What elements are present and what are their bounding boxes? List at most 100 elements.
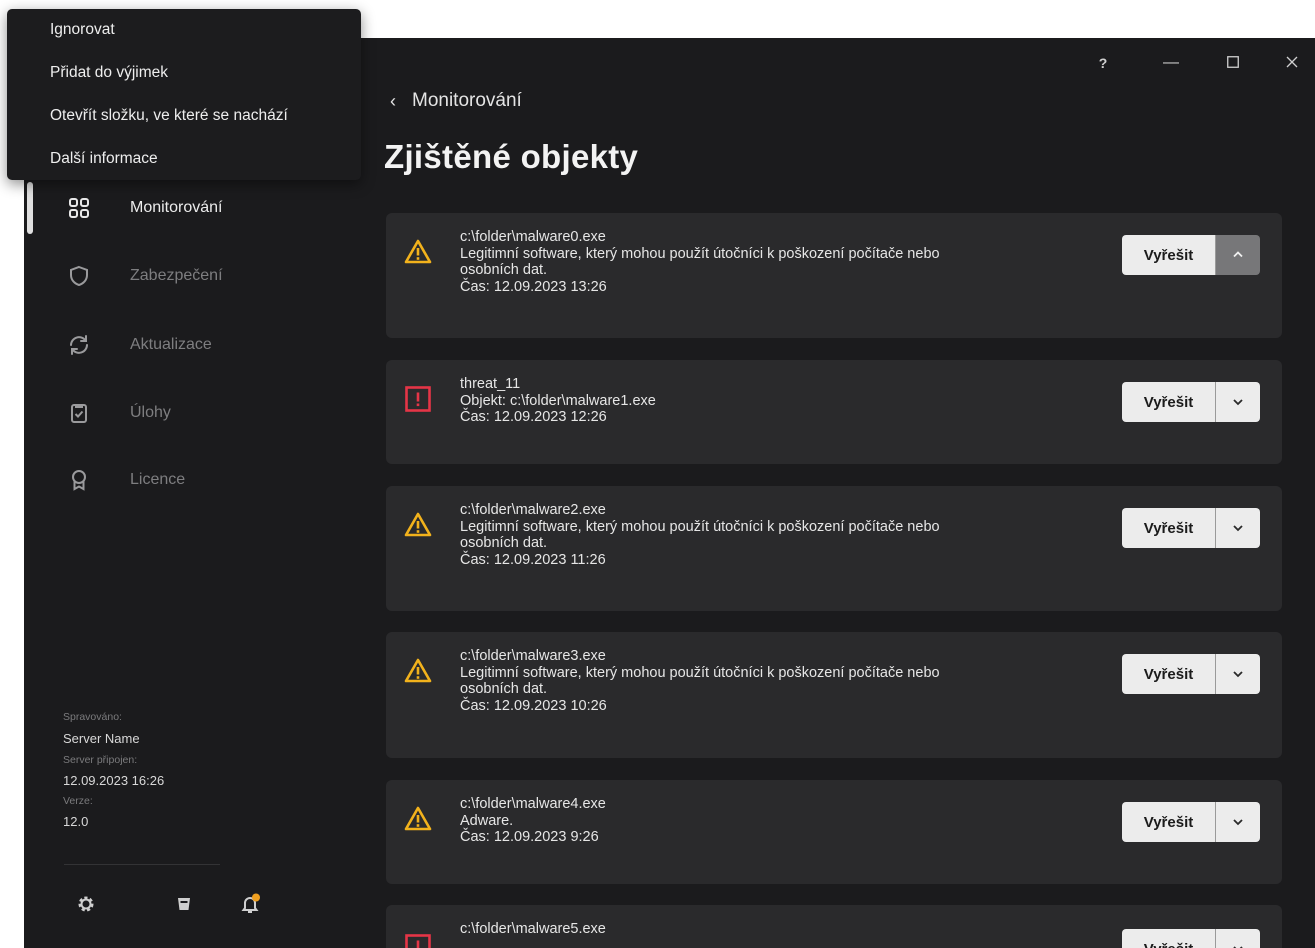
sidebar-item-licence[interactable]: Licence xyxy=(64,463,185,497)
detection-text: c:\folder\malware5.exe xyxy=(460,921,1100,938)
detection-time: Čas: 12.09.2023 12:26 xyxy=(460,409,607,425)
detection-text: c:\folder\malware2.exe Legitimní software… xyxy=(460,502,1100,568)
detection-description: Legitimní software, který mohou použít ú… xyxy=(460,518,940,535)
resolve-split-button: Vyřešit xyxy=(1122,235,1260,275)
menu-item-dalsi-informace[interactable]: Další informace xyxy=(50,150,158,168)
detection-description: Objekt: c:\folder\malware1.exe xyxy=(460,392,656,409)
resolve-button[interactable]: Vyřešit xyxy=(1122,508,1215,548)
connected-value: 12.09.2023 16:26 xyxy=(63,773,165,788)
maximize-icon xyxy=(1227,56,1239,68)
warning-icon xyxy=(404,511,432,539)
detection-description-cont: osobních dat. xyxy=(460,262,548,278)
detection-card: c:\folder\malware0.exe Legitimní software… xyxy=(386,213,1282,338)
detection-time: Čas: 12.09.2023 11:26 xyxy=(460,551,606,568)
alert-icon xyxy=(404,385,432,413)
back-link[interactable]: ‹ Monitorování xyxy=(390,88,522,114)
resolve-menu-toggle[interactable] xyxy=(1216,235,1260,275)
menu-item-otevrit-slozku[interactable]: Otevřít složku, ve které se nachází xyxy=(50,107,288,125)
close-button[interactable] xyxy=(1277,52,1307,74)
detection-description-cont: osobních dat. xyxy=(460,535,548,551)
sidebar-item-label: Úlohy xyxy=(130,404,171,421)
detection-card: threat_11 Objekt: c:\folder\malware1.exe Č… xyxy=(386,360,1282,464)
resolve-menu-toggle[interactable] xyxy=(1216,802,1260,842)
detection-text: threat_11 Objekt: c:\folder\malware1.exe Č… xyxy=(460,376,1100,426)
resolve-split-button: Vyřešit xyxy=(1122,508,1260,548)
settings-button[interactable] xyxy=(74,892,98,916)
shield-icon xyxy=(64,261,94,291)
minimize-button[interactable]: — xyxy=(1156,52,1186,74)
resolve-menu-toggle[interactable] xyxy=(1216,382,1260,422)
back-label: Monitorování xyxy=(412,90,522,111)
resolve-menu-toggle[interactable] xyxy=(1216,654,1260,694)
active-indicator xyxy=(27,182,33,234)
detection-text: c:\folder\malware0.exe Legitimní software… xyxy=(460,229,1100,295)
warning-icon xyxy=(404,805,432,833)
dashboard-icon xyxy=(64,193,94,223)
resolve-split-button: Vyřešit xyxy=(1122,802,1260,842)
sidebar-divider xyxy=(64,864,220,865)
alert-icon xyxy=(404,933,432,948)
sidebar-item-label: Zabezpečení xyxy=(130,267,223,284)
version-value: 12.0 xyxy=(63,814,89,829)
maximize-button[interactable] xyxy=(1218,52,1248,74)
detection-description: Legitimní software, který mohou použít ú… xyxy=(460,245,940,262)
detection-description-cont: osobních dat. xyxy=(460,681,548,697)
detection-text: c:\folder\malware3.exe Legitimní software… xyxy=(460,648,1100,714)
sidebar-item-label: Licence xyxy=(130,471,186,488)
chevron-down-icon xyxy=(1233,819,1243,826)
resolve-button[interactable]: Vyřešit xyxy=(1122,654,1215,694)
chevron-down-icon xyxy=(1233,525,1243,532)
version-label: Verze: xyxy=(63,795,93,807)
detection-title: c:\folder\malware2.exe xyxy=(460,502,606,518)
sidebar-item-ulohy[interactable]: Úlohy xyxy=(64,396,171,430)
menu-item-pridat-do-vyjimek[interactable]: Přidat do výjimek xyxy=(50,64,168,82)
detection-title: c:\folder\malware0.exe xyxy=(460,229,606,245)
detection-description: Legitimní software, který mohou použít ú… xyxy=(460,664,940,681)
managed-value: Server Name xyxy=(63,731,140,746)
detection-text: c:\folder\malware4.exe Adware. Čas: 12.09.… xyxy=(460,796,1100,846)
chevron-down-icon xyxy=(1233,671,1243,678)
resolve-button[interactable]: Vyřešit xyxy=(1122,929,1215,948)
context-menu: Ignorovat Přidat do výjimek Otevřít slož… xyxy=(7,9,361,180)
refresh-icon xyxy=(64,330,94,360)
detection-time: Čas: 12.09.2023 10:26 xyxy=(460,697,607,714)
detection-card: c:\folder\malware2.exe Legitimní software… xyxy=(386,486,1282,611)
notification-bell-icon xyxy=(241,893,260,913)
resolve-split-button: Vyřešit xyxy=(1122,929,1260,948)
detection-title: c:\folder\malware3.exe xyxy=(460,648,606,664)
sidebar-item-aktualizace[interactable]: Aktualizace xyxy=(64,328,212,362)
chevron-up-icon xyxy=(1233,251,1243,258)
license-award-icon xyxy=(64,465,94,495)
detection-title: c:\folder\malware4.exe xyxy=(460,796,606,812)
notifications-button[interactable] xyxy=(238,892,262,916)
resolve-button[interactable]: Vyřešit xyxy=(1122,235,1215,275)
resolve-button[interactable]: Vyřešit xyxy=(1122,802,1215,842)
detection-title: threat_11 xyxy=(460,376,521,392)
sidebar-item-zabezpeceni[interactable]: Zabezpečení xyxy=(64,259,223,293)
help-button[interactable]: ? xyxy=(1088,52,1118,74)
chevron-down-icon xyxy=(1233,946,1243,948)
detection-time: Čas: 12.09.2023 9:26 xyxy=(460,829,599,845)
resolve-menu-toggle[interactable] xyxy=(1216,929,1260,948)
resolve-menu-toggle[interactable] xyxy=(1216,508,1260,548)
detection-time: Čas: 12.09.2023 13:26 xyxy=(460,278,607,295)
warning-icon xyxy=(404,238,432,266)
clipboard-icon xyxy=(64,398,94,428)
connected-label: Server připojen: xyxy=(63,754,138,766)
managed-label: Spravováno: xyxy=(63,711,122,723)
detection-card: c:\folder\malware3.exe Legitimní software… xyxy=(386,632,1282,758)
resolve-button[interactable]: Vyřešit xyxy=(1122,382,1215,422)
support-icon xyxy=(178,898,190,910)
detection-card: c:\folder\malware5.exe Vyřešit xyxy=(386,905,1282,948)
sidebar-item-label: Aktualizace xyxy=(130,336,212,353)
support-button[interactable] xyxy=(172,892,196,916)
sidebar-item-monitorovani[interactable]: Monitorování xyxy=(64,191,223,225)
sidebar-item-label: Monitorování xyxy=(130,199,223,216)
resolve-split-button: Vyřešit xyxy=(1122,382,1260,422)
detection-card: c:\folder\malware4.exe Adware. Čas: 12.09.… xyxy=(386,780,1282,884)
detection-title: c:\folder\malware5.exe xyxy=(460,921,606,937)
menu-item-ignorovat[interactable]: Ignorovat xyxy=(50,21,115,39)
chevron-left-icon: ‹ xyxy=(390,90,396,111)
gear-icon xyxy=(78,896,94,912)
page-title: Zjištěné objekty xyxy=(384,138,639,175)
